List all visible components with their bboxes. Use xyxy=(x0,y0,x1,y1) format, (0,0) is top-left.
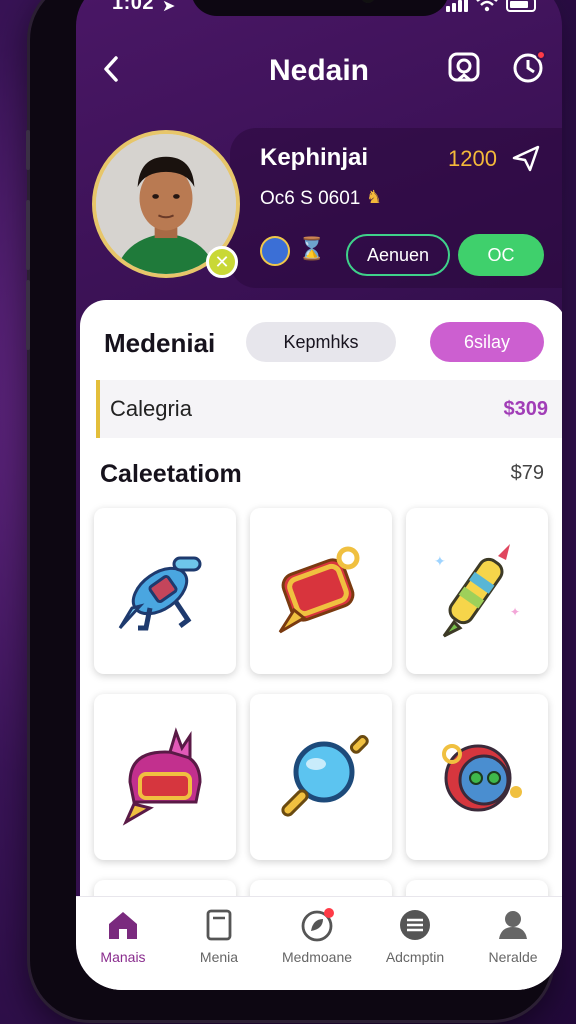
category-row[interactable]: Calegria $309 xyxy=(96,380,562,438)
item-card[interactable] xyxy=(250,508,392,674)
helmet-icon xyxy=(122,727,202,826)
profile-score: 1200 xyxy=(448,146,497,171)
app-header: Nedain xyxy=(76,46,562,96)
tab-neralde[interactable]: Neralde xyxy=(468,907,558,965)
home-icon xyxy=(109,912,137,939)
page-title: Nedain xyxy=(268,54,370,87)
notification-dot xyxy=(536,50,546,60)
profile-icon xyxy=(499,911,527,939)
list-circle-icon xyxy=(400,910,430,940)
badge-icon[interactable] xyxy=(446,50,482,86)
svg-text:✦: ✦ xyxy=(510,605,520,619)
status-time: 1:02 xyxy=(112,0,155,14)
subsection-price: $79 xyxy=(510,462,544,484)
category-label: Calegria xyxy=(110,396,192,421)
volume-up-button xyxy=(26,200,30,270)
coin-icon[interactable] xyxy=(260,236,290,266)
chest-icon xyxy=(278,546,360,634)
category-price: $309 xyxy=(503,398,549,420)
rocket-pencil-icon: ✦ ✦ xyxy=(434,544,520,638)
profile-name: Kephinjai xyxy=(260,144,369,171)
magnifier-icon xyxy=(281,734,369,817)
tab-adcmptin[interactable]: Adcmptin xyxy=(370,907,460,965)
item-card[interactable] xyxy=(250,694,392,860)
secondary-action-button[interactable]: Aenuen xyxy=(346,234,450,276)
profile-subtitle: Oc6 S 0601 xyxy=(260,188,361,209)
subsection-title: Caleetatiom xyxy=(100,460,242,488)
book-icon xyxy=(206,909,232,941)
blaster-icon xyxy=(118,556,202,631)
item-card[interactable]: ✦ ✦ xyxy=(406,508,548,674)
drum-robot-icon xyxy=(442,744,522,812)
svg-text:✦: ✦ xyxy=(434,553,446,569)
section-title: Medeniai xyxy=(104,328,216,358)
tab-medmoane[interactable]: Medmoane xyxy=(272,907,362,965)
tab-label: Manais xyxy=(100,949,146,965)
avatar[interactable]: ✕ xyxy=(92,130,242,280)
send-icon[interactable] xyxy=(510,142,542,174)
notifications-button[interactable] xyxy=(510,50,546,86)
phone-frame: 1:02 ➤ Nedain ✕ Kephinjai 1200 Oc6 S 060… xyxy=(26,0,562,1020)
tab-menu[interactable]: Menia xyxy=(174,907,264,965)
tab-label: Medmoane xyxy=(281,949,353,965)
volume-down-button xyxy=(26,280,30,350)
verified-icon: ✕ xyxy=(206,246,238,278)
wifi-icon xyxy=(476,0,498,12)
filter-pill-grey[interactable]: Kepmhks xyxy=(246,322,396,362)
battery-icon xyxy=(506,0,536,12)
filter-pill-pink[interactable]: 6silay xyxy=(430,322,544,362)
status-icons xyxy=(446,0,536,12)
bottom-tab-bar: Manais Menia Medmoane Adcmptin Neralde xyxy=(76,896,562,990)
item-card[interactable] xyxy=(94,508,236,674)
item-card[interactable] xyxy=(94,694,236,860)
mute-switch xyxy=(26,130,30,170)
primary-action-button[interactable]: OC xyxy=(458,234,544,276)
location-arrow-icon: ➤ xyxy=(162,0,176,15)
tab-label: Menia xyxy=(199,949,239,965)
signal-icon xyxy=(446,0,468,12)
tab-label: Neralde xyxy=(488,949,538,965)
dna-icon[interactable]: ⌛ xyxy=(298,236,326,266)
status-bar: 1:02 ➤ xyxy=(76,0,562,20)
leaf-badge-icon xyxy=(301,908,334,942)
app-screen: 1:02 ➤ Nedain ✕ Kephinjai 1200 Oc6 S 060… xyxy=(76,0,562,990)
item-card[interactable] xyxy=(406,694,548,860)
tab-home[interactable]: Manais xyxy=(78,907,168,965)
trophy-icon: ♞ xyxy=(366,187,383,207)
content-sheet: Medeniai Kepmhks 6silay Calegria $309 Ca… xyxy=(80,300,562,990)
tab-label: Adcmptin xyxy=(385,949,445,965)
